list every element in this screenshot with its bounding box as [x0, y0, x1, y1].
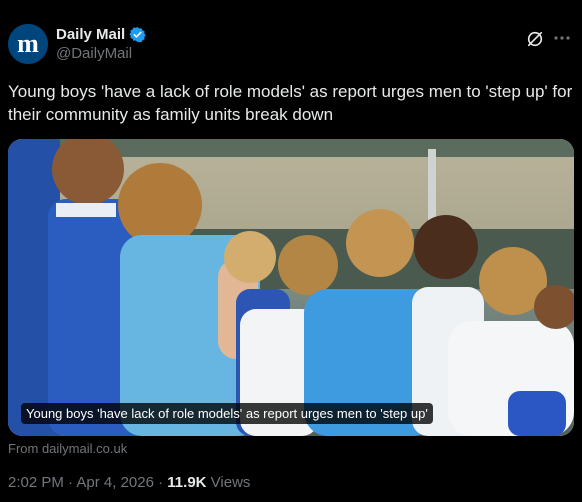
- schoolboys-photo: [8, 139, 574, 436]
- svg-text:m: m: [17, 29, 39, 58]
- tweet-time[interactable]: 2:02 PM: [8, 474, 64, 491]
- views-count[interactable]: 11.9K: [167, 474, 206, 491]
- link-card-image[interactable]: [8, 139, 574, 436]
- tweet-date[interactable]: Apr 4, 2026: [76, 474, 154, 491]
- daily-mail-logo: m: [8, 24, 48, 64]
- author-display-name[interactable]: Daily Mail: [56, 26, 125, 43]
- author-names: Daily Mail @DailyMail: [56, 26, 146, 62]
- more-options-icon[interactable]: [552, 28, 572, 48]
- views-label: Views: [206, 474, 251, 491]
- link-card-caption[interactable]: Young boys 'have lack of role models' as…: [21, 403, 433, 424]
- grok-icon[interactable]: [526, 30, 544, 48]
- author-handle[interactable]: @DailyMail: [56, 45, 146, 62]
- link-source[interactable]: From dailymail.co.uk: [8, 441, 127, 456]
- meta-separator: ·: [63, 474, 77, 491]
- tweet-text: Young boys 'have a lack of role models' …: [8, 82, 573, 124]
- tweet-header: m Daily Mail @DailyMail: [8, 24, 574, 66]
- verified-badge-icon: [129, 27, 146, 43]
- meta-separator: ·: [153, 474, 168, 491]
- avatar[interactable]: m: [8, 24, 48, 64]
- tweet-meta: 2:02 PM · Apr 4, 2026 · 11.9K Views: [8, 474, 250, 491]
